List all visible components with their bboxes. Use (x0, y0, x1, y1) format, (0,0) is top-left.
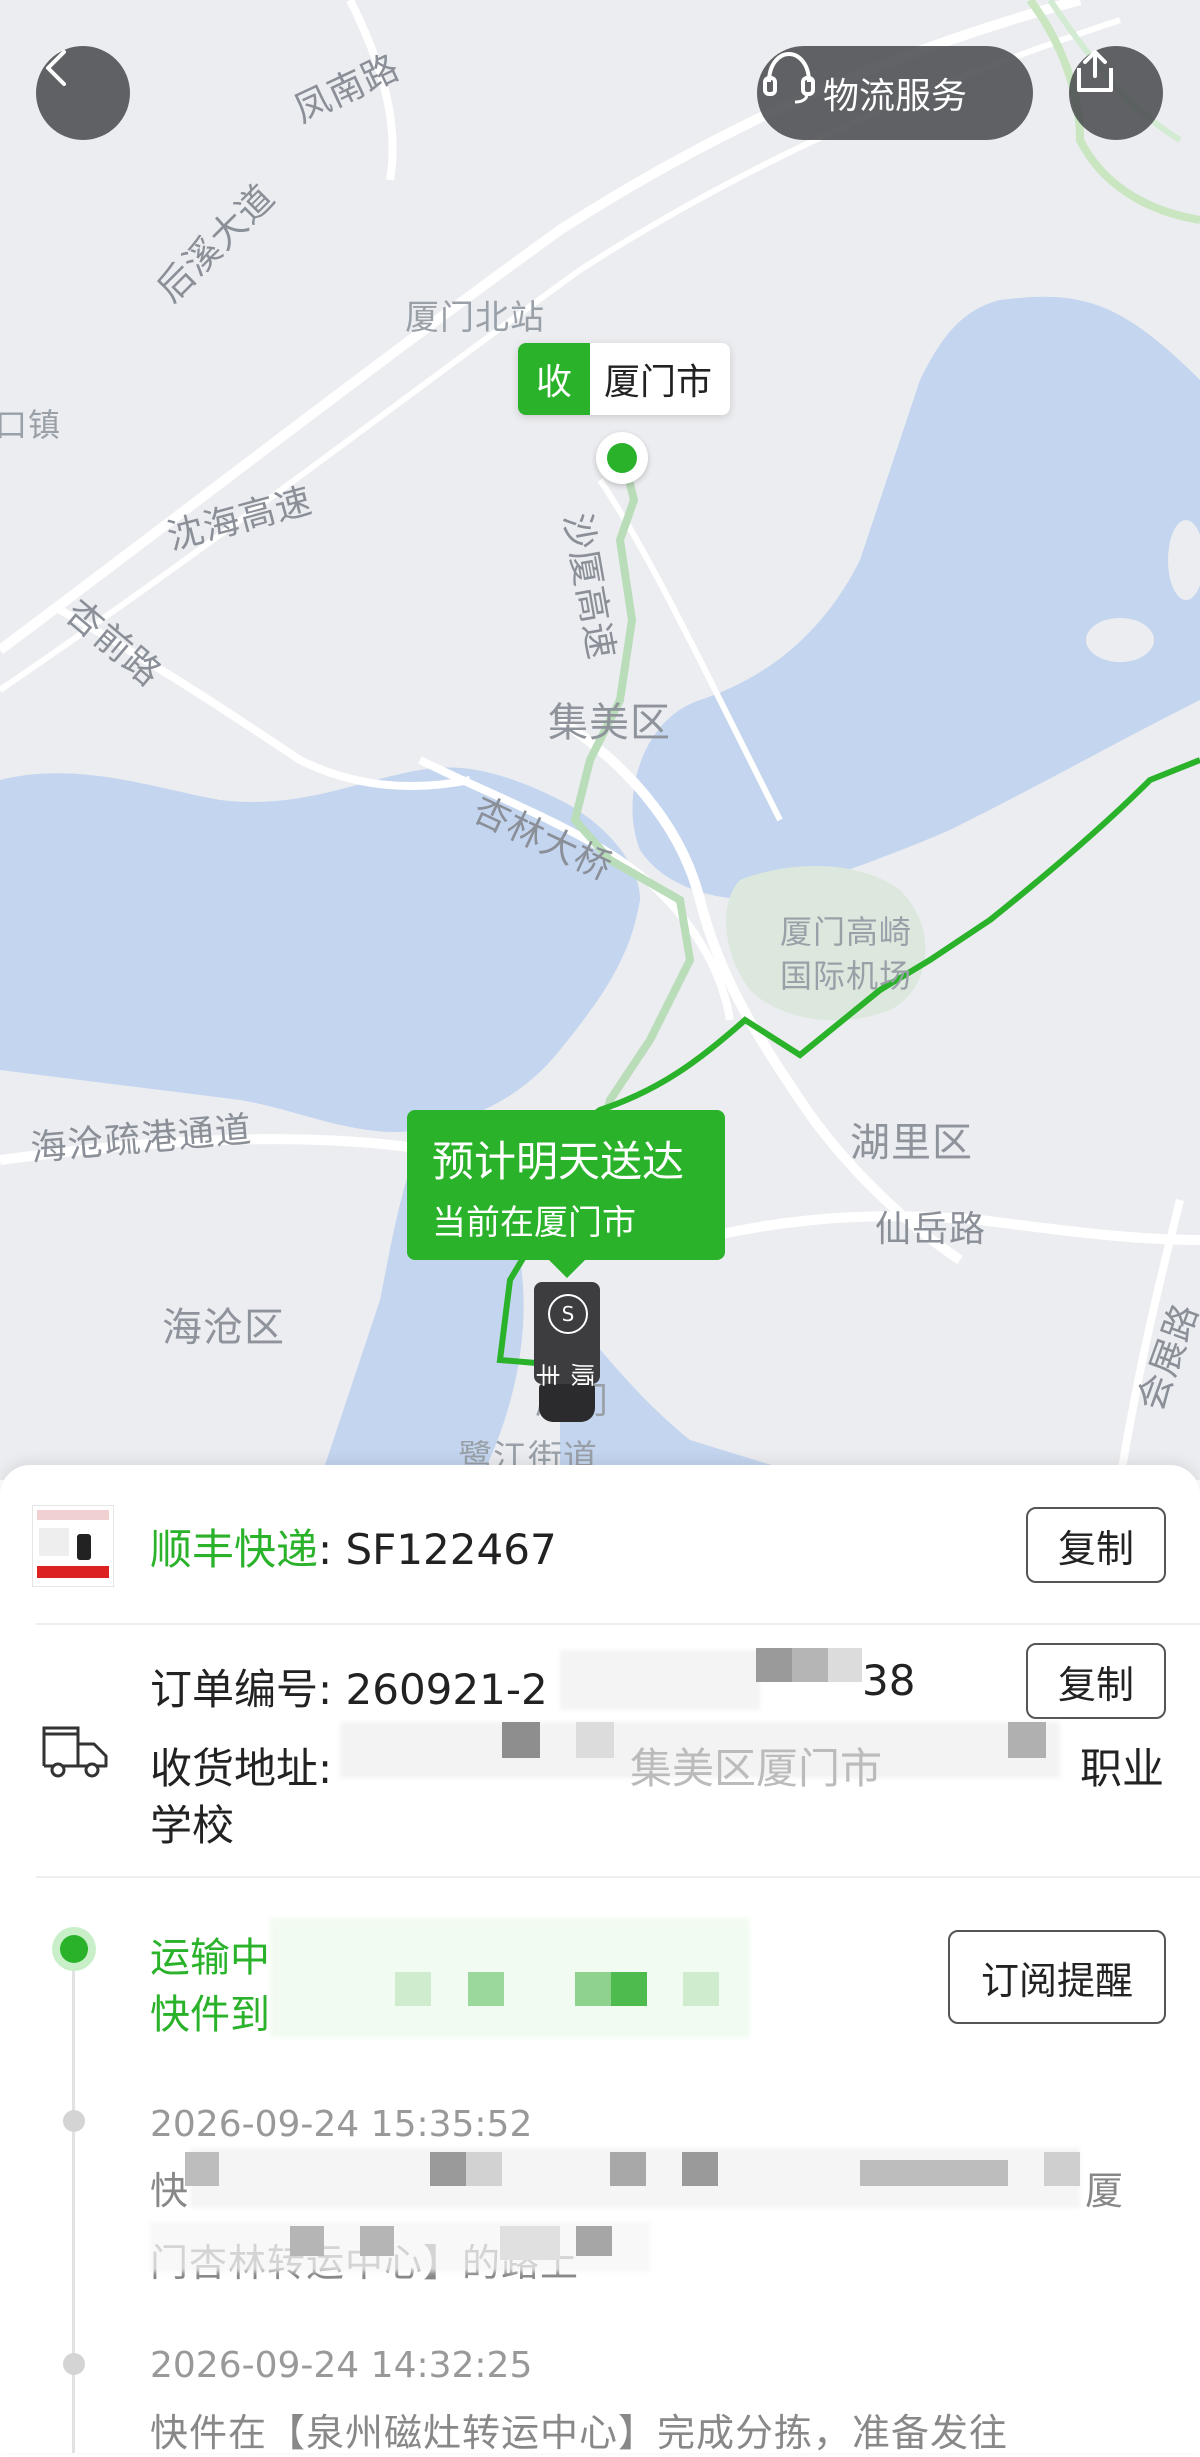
redacted-block (500, 2226, 560, 2260)
order-number: : 260921-2 (318, 1665, 548, 1714)
divider (36, 1623, 1200, 1625)
carrier-name: 顺丰快递 (150, 1525, 319, 1574)
logistics-service-button[interactable]: 物流服务 (757, 46, 1033, 140)
tracking-number: : SF122467 (318, 1525, 557, 1574)
redacted-block (682, 2152, 718, 2186)
redacted-block (468, 1972, 504, 2006)
redacted-block (683, 1972, 719, 2006)
timeline-line (72, 1945, 75, 2453)
redacted-block (430, 2152, 466, 2186)
redacted-block (360, 2226, 394, 2256)
redacted-block (560, 1650, 760, 1710)
order-number-row: 订单编号: 260921-2 (150, 1656, 548, 1717)
redacted-block (860, 2160, 1008, 2186)
status-detail: 快件到 (150, 1992, 270, 2038)
redacted-block (792, 1648, 828, 1682)
share-button[interactable] (1069, 46, 1163, 140)
redacted-block (756, 1648, 792, 1682)
back-button[interactable] (36, 46, 130, 140)
redacted-block (185, 2152, 219, 2186)
truck-brand-label: 顺丰 (533, 1363, 596, 1387)
status-in-transit: 运输中 (150, 1935, 270, 1981)
logistics-service-label: 物流服务 (822, 76, 967, 117)
map-label-gaoqi-airport: 厦门高崎 国际机场 (780, 913, 913, 995)
map-label-xianyue-road: 仙岳路 (875, 1209, 987, 1250)
courier-truck-icon: S 顺丰 (533, 1282, 600, 1424)
event-time: 2026-09-24 14:32:25 (150, 2345, 533, 2386)
subscribe-reminder-button[interactable]: 订阅提醒 (948, 1930, 1166, 2024)
truck-outline-icon (42, 1726, 108, 1778)
event-time: 2026-09-24 15:35:52 (150, 2104, 533, 2145)
redacted-block (270, 1918, 750, 2038)
redacted-block (610, 2152, 646, 2186)
map-view[interactable]: 凤南路 后溪大道 厦门北站 灌口镇 沈海高速 杏前路 沙厦高速 集美区 杏林大桥… (0, 0, 1200, 1480)
copy-order-button[interactable]: 复制 (1026, 1643, 1166, 1719)
address-line-2: 学校 (150, 1801, 235, 1850)
order-label: 订单编号 (150, 1665, 319, 1714)
map-label-jiaokou-town: 灌口镇 (0, 406, 62, 444)
redacted-block (395, 1972, 431, 2006)
timeline-dot (63, 2110, 85, 2132)
redacted-block (576, 2226, 612, 2256)
map-label-haicang-district: 海沧区 (162, 1305, 285, 1351)
eta-line-2: 当前在厦门市 (432, 1203, 636, 1243)
redacted-block (290, 2226, 324, 2256)
order-number-suffix: 38 (862, 1656, 916, 1705)
product-thumbnail (32, 1505, 114, 1587)
address-label: 收货地址: (150, 1744, 333, 1793)
redacted-block (576, 1722, 614, 1758)
event-text: 快件在【泉州磁灶转运中心】完成分拣，准备发往 (150, 2411, 1009, 2455)
carrier-row: 顺丰快递: SF122467 (150, 1516, 557, 1577)
redacted-block (1008, 1722, 1046, 1758)
map-label-xiamen-north-station: 厦门北站 (405, 298, 545, 338)
eta-line-1: 预计明天送达 (432, 1137, 685, 1186)
redacted-block (1044, 2152, 1080, 2186)
share-icon (1077, 50, 1113, 92)
redacted-block (150, 2222, 650, 2272)
event-text-end: 厦 (1085, 2169, 1125, 2213)
redacted-block (611, 1972, 647, 2006)
receiver-tag: 收 厦门市 (518, 343, 731, 415)
destination-pin-icon (596, 432, 648, 484)
event-text-start: 快 (150, 2169, 190, 2213)
address-partial: 集美区厦门市 (630, 1744, 883, 1793)
receiver-tag-key: 收 (518, 343, 590, 415)
headset-icon (763, 51, 815, 104)
map-label-jimei-district: 集美区 (548, 700, 671, 746)
divider (36, 1876, 1200, 1878)
redacted-block (502, 1722, 540, 1758)
map-label-huli-district: 湖里区 (850, 1120, 973, 1166)
address-suffix: 职业 (1080, 1744, 1165, 1793)
current-status-dot (52, 1927, 96, 1971)
redacted-block (828, 1648, 862, 1682)
redacted-block (575, 1972, 611, 2006)
receiver-tag-city: 厦门市 (604, 362, 713, 403)
eta-bubble: 预计明天送达 当前在厦门市 (407, 1110, 725, 1278)
timeline-dot (63, 2353, 85, 2375)
redacted-block (466, 2152, 502, 2186)
chevron-left-icon (46, 50, 66, 86)
copy-tracking-button[interactable]: 复制 (1026, 1507, 1166, 1583)
